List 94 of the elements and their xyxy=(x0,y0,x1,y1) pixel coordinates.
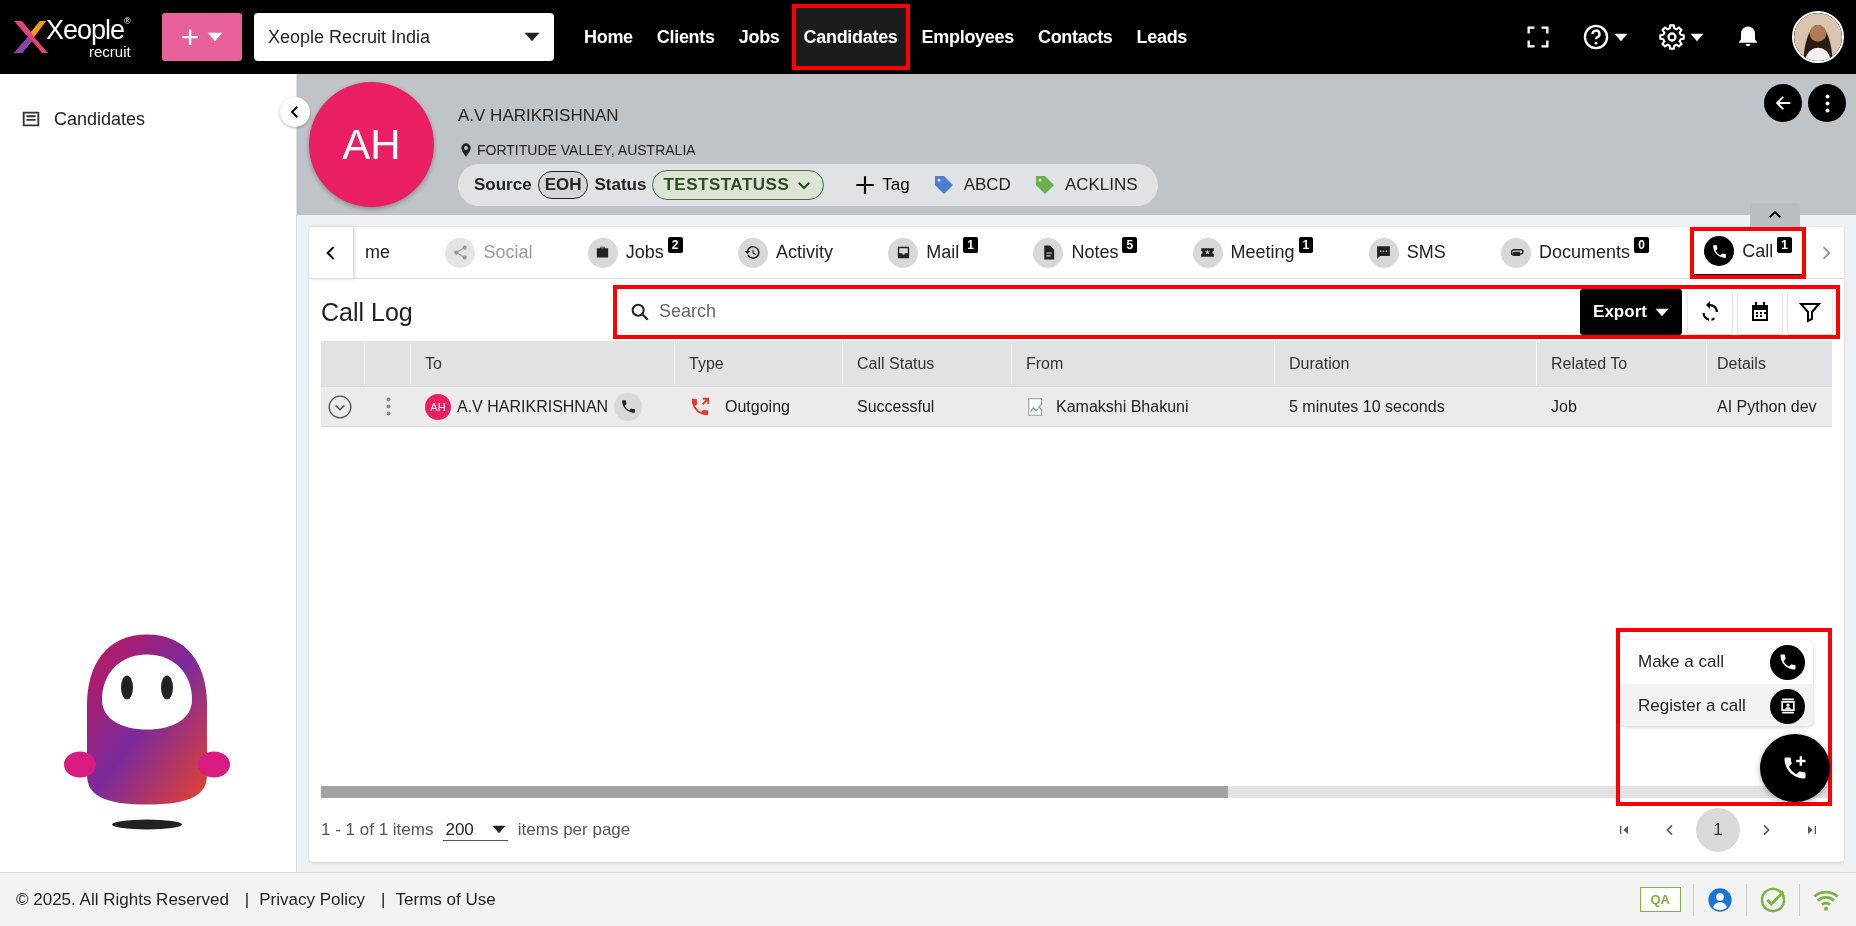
caret-icon xyxy=(524,32,540,42)
caret-icon[interactable] xyxy=(1690,32,1704,42)
menu-item[interactable]: Register a call xyxy=(1620,684,1813,726)
caret-icon xyxy=(207,32,224,42)
table-cell: AI Python dev xyxy=(1717,397,1817,416)
status-label: Status xyxy=(594,175,647,195)
contact-avatar: AH xyxy=(425,393,451,420)
check-icon[interactable] xyxy=(1759,885,1787,914)
items-summary: 1 - 1 of 1 items xyxy=(321,820,434,840)
tab[interactable]: Call 1 xyxy=(1692,228,1804,277)
source-chip: EOH xyxy=(537,171,589,199)
table-cell: Outgoing xyxy=(725,397,790,416)
share-icon xyxy=(451,244,469,261)
page-size-label: items per page xyxy=(517,820,631,840)
table-cell: Kamakshi Bhakuni xyxy=(1056,397,1189,416)
page-size-select[interactable]: 200 xyxy=(443,819,508,841)
tab[interactable]: Mail 1 xyxy=(876,228,991,277)
refresh-button[interactable] xyxy=(1688,290,1732,334)
table-row[interactable]: AH A.V HARIKRISHNAN Outgoing Successful Kamakshi Bhakuni 5 minutes 10 seconds Job AI Python dev xyxy=(321,387,1832,427)
back-button[interactable] xyxy=(1764,84,1802,122)
nav-link[interactable]: Candidates xyxy=(791,4,910,70)
tab[interactable]: Activity xyxy=(725,228,845,277)
help-icon[interactable] xyxy=(1582,23,1610,51)
nav-link[interactable]: Clients xyxy=(644,4,727,70)
logo-text[interactable]: Xeople xyxy=(46,15,125,44)
candidate-name: A.V HARIKRISHNAN xyxy=(458,106,620,126)
more-icon[interactable] xyxy=(385,397,391,416)
column-header[interactable]: To xyxy=(411,341,675,386)
logo-subtitle: recruit xyxy=(89,43,131,59)
column-header[interactable]: Call Status xyxy=(843,341,1012,386)
tag-label[interactable]: ABCD xyxy=(963,175,1011,195)
table-cell: A.V HARIKRISHNAN xyxy=(457,397,609,416)
candidate-avatar: AH xyxy=(309,82,434,207)
source-label: Source xyxy=(474,175,532,195)
collapse-button[interactable] xyxy=(280,97,310,127)
caret-icon xyxy=(491,825,506,834)
column-header[interactable]: Type xyxy=(675,341,843,386)
nav-link[interactable]: Employees xyxy=(909,4,1026,70)
privacy-policy-link[interactable]: Privacy Policy xyxy=(259,889,366,910)
call-button[interactable] xyxy=(614,392,643,421)
more-button[interactable] xyxy=(1808,84,1846,122)
nav-link[interactable]: Jobs xyxy=(726,4,792,70)
nav-link[interactable]: Home xyxy=(572,4,645,70)
copyright-text: © 2025. All Rights Reserved xyxy=(16,889,229,910)
expand-icon[interactable] xyxy=(327,393,353,420)
more-icon xyxy=(1824,93,1830,113)
column-header[interactable]: Related To xyxy=(1537,341,1707,386)
collapse-header-button[interactable] xyxy=(1750,203,1800,227)
column-header[interactable]: From xyxy=(1012,341,1275,386)
outgoing-call-icon xyxy=(689,395,711,418)
organization-select[interactable]: Xeople Recruit India xyxy=(254,13,554,61)
environment-badge: QA xyxy=(1639,887,1681,912)
user-avatar[interactable] xyxy=(1792,11,1844,63)
user-icon[interactable] xyxy=(1706,885,1734,914)
column-header[interactable]: Details xyxy=(1707,341,1835,386)
status-dropdown[interactable]: TESTSTATUSS xyxy=(652,170,825,200)
terms-link[interactable]: Terms of Use xyxy=(395,889,496,910)
settings-icon[interactable] xyxy=(1658,23,1686,51)
page-button[interactable]: 1 xyxy=(1696,808,1740,852)
filter-button[interactable] xyxy=(1788,290,1832,334)
separator: | xyxy=(381,889,386,910)
tag-label[interactable]: ACKLINS xyxy=(1064,175,1138,195)
nav-link[interactable]: Leads xyxy=(1124,4,1200,70)
table-cell: 5 minutes 10 seconds xyxy=(1289,397,1445,416)
date-filter-button[interactable] xyxy=(1738,290,1782,334)
search-field[interactable]: Search xyxy=(657,300,1574,323)
history-icon xyxy=(744,244,762,261)
add-call-button[interactable] xyxy=(1760,733,1830,802)
tab[interactable]: Documents 0 xyxy=(1489,228,1661,277)
sidebar-item[interactable]: Candidates xyxy=(54,108,146,130)
separator: | xyxy=(244,889,250,910)
nav-link[interactable]: Contacts xyxy=(1025,4,1125,70)
tab[interactable]: me xyxy=(353,228,402,277)
tab[interactable]: Meeting 1 xyxy=(1180,228,1326,277)
caret-icon[interactable] xyxy=(1614,32,1628,42)
chat-icon xyxy=(1375,244,1393,261)
tab[interactable]: Notes 5 xyxy=(1021,228,1150,277)
registered-mark: ® xyxy=(124,15,131,26)
table-cell: Job xyxy=(1551,397,1577,416)
search-bar[interactable]: Search Export xyxy=(613,285,1840,339)
phone-icon xyxy=(1710,242,1728,260)
candidate-location: FORTITUDE VALLEY, AUSTRALIA xyxy=(477,142,696,158)
tab[interactable]: Jobs 2 xyxy=(575,228,695,277)
filter-icon xyxy=(1798,300,1822,324)
export-button[interactable]: Export xyxy=(1580,289,1682,335)
section-title: Call Log xyxy=(321,297,414,327)
tab[interactable]: SMS xyxy=(1356,228,1458,277)
phone-icon xyxy=(619,398,637,415)
location-pin-icon xyxy=(458,142,474,158)
add-tag-button[interactable]: Tag xyxy=(852,172,910,198)
menu-item[interactable]: Make a call xyxy=(1620,640,1813,684)
table-cell: Successful xyxy=(857,397,935,416)
column-header[interactable]: Duration xyxy=(1275,341,1537,386)
caret-icon xyxy=(1654,307,1669,317)
